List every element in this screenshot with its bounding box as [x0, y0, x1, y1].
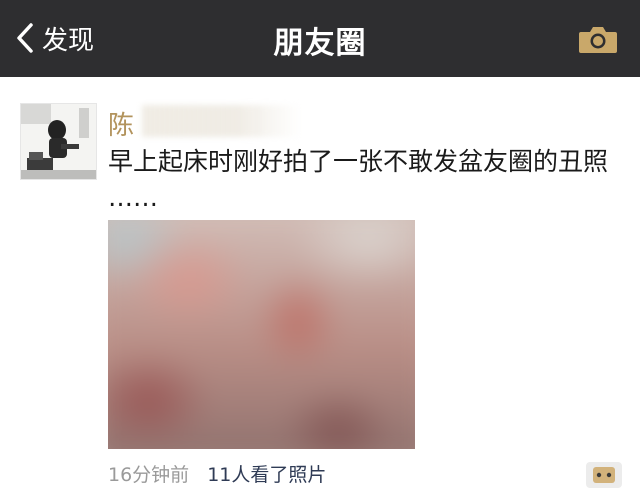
post-meta: 16分钟前 11人看了照片	[108, 459, 326, 487]
username[interactable]: 陈	[108, 111, 135, 141]
post-photo[interactable]	[108, 220, 415, 449]
username-redaction	[142, 105, 302, 137]
username-area[interactable]: 陈	[108, 105, 308, 141]
post-text-line: 早上起床时刚好拍了一张不敢发盆友圈的丑照	[108, 147, 609, 176]
camera-icon[interactable]	[578, 24, 618, 54]
post-text-ellipsis: ……	[108, 183, 158, 212]
post-time: 16分钟前	[108, 463, 190, 486]
photo-views[interactable]: 11人看了照片	[207, 460, 326, 487]
moment-post: 陈 早上起床时刚好拍了一张不敢发盆友圈的丑照 …… 16分钟前 11人看了照片	[0, 77, 640, 503]
comment-dots-icon	[593, 467, 615, 483]
post-text: 早上起床时刚好拍了一张不敢发盆友圈的丑照 ……	[108, 144, 628, 216]
top-navbar: 发现 朋友圈	[0, 0, 640, 77]
page-title: 朋友圈	[273, 26, 367, 61]
avatar-image	[21, 104, 96, 179]
avatar[interactable]	[20, 103, 97, 180]
comment-button[interactable]	[586, 462, 622, 488]
blurred-image	[108, 220, 415, 449]
